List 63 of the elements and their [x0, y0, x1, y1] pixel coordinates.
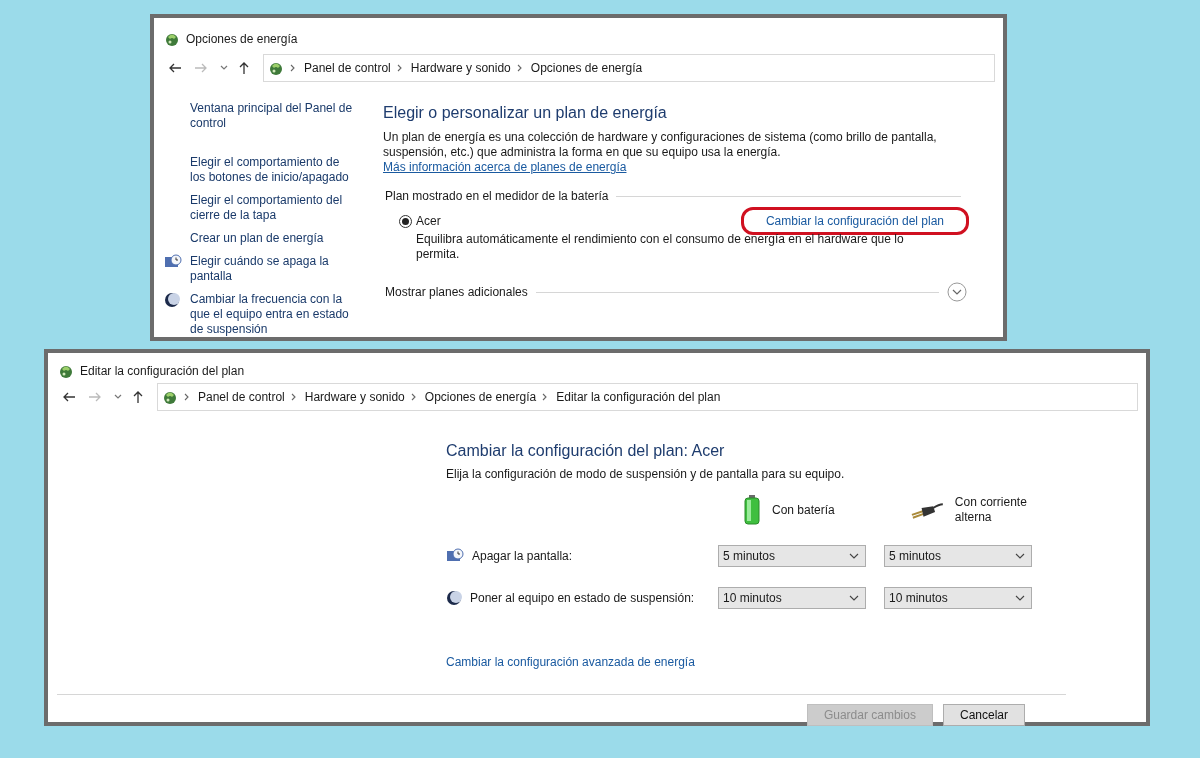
expand-chevron-icon[interactable]: [947, 282, 967, 302]
dialog-button[interactable]: Cancelar: [942, 704, 1025, 726]
sidebar-link[interactable]: Elegir el comportamiento de los botones de inicio/apagado: [190, 155, 358, 185]
chevron-right-icon: [396, 64, 403, 73]
chevron-right-icon: [410, 393, 417, 401]
chevron-down-icon: [1015, 595, 1025, 601]
monitor-clock-icon: [164, 254, 182, 270]
window-title: Opciones de energía: [186, 31, 298, 46]
moon-icon: [164, 292, 180, 308]
dropdown-caret-icon[interactable]: [220, 65, 228, 72]
subheading-text: Elija la configuración de modo de suspensión y de pantalla para su equipo.: [446, 467, 846, 481]
chevron-right-icon: [290, 64, 296, 73]
breadcrumb-item[interactable]: Opciones de energía: [530, 61, 643, 76]
address-bar[interactable]: Panel de control Hardware y sonido Opciones de energía Editar la configuración del plan: [157, 383, 1138, 411]
address-bar[interactable]: Panel de control Hardware y sonido Opciones de energía: [263, 54, 995, 83]
description-text: Un plan de energía es una colección de hardware y configuraciones de sistema (como brillo de pantalla, suspensión, etc.) que administra la forma en que su equipo usa la energía. Más información acerca de planes de energía: [383, 130, 938, 175]
group-label: Mostrar planes adicionales: [384, 285, 528, 299]
plan-name: Acer: [416, 214, 441, 228]
plug-icon: [910, 500, 943, 520]
more-info-link[interactable]: Más información acerca de planes de energía: [383, 160, 627, 174]
dropdown-caret-icon[interactable]: [114, 394, 122, 400]
sidebar-link[interactable]: Cambiar la frecuencia con la que el equipo entra en estado de suspensión: [190, 292, 358, 337]
chevron-right-icon: [542, 393, 549, 401]
breadcrumb-item[interactable]: Editar la configuración del plan: [556, 390, 721, 404]
power-options-icon: [58, 363, 74, 379]
power-options-icon: [162, 389, 178, 405]
up-arrow-icon[interactable]: [131, 390, 145, 404]
moon-icon: [446, 590, 462, 606]
column-heading: Con batería: [772, 502, 836, 518]
chevron-right-icon: [516, 64, 523, 73]
breadcrumb-item[interactable]: Hardware y sonido: [304, 390, 405, 404]
monitor-clock-icon: [446, 548, 464, 564]
group-label: Plan mostrado en el medidor de la batería: [384, 189, 609, 203]
breadcrumb-item[interactable]: Panel de control: [304, 61, 391, 76]
chevron-down-icon: [849, 553, 859, 559]
dropdown[interactable]: 10 minutos: [718, 587, 866, 609]
back-arrow-icon[interactable]: [62, 390, 76, 404]
advanced-settings-link[interactable]: Cambiar la configuración avanzada de energía: [446, 655, 695, 669]
setting-label: Apagar la pantalla:: [472, 549, 573, 563]
breadcrumb-item[interactable]: Panel de control: [198, 390, 285, 404]
plan-description: Equilibra automáticamente el rendimiento con el consumo de energía en el hardware que lo permita.: [416, 232, 905, 262]
page-heading: Elegir o personalizar un plan de energía: [383, 104, 668, 122]
column-heading: Con corriente alterna: [954, 495, 1028, 525]
sidebar-link[interactable]: Ventana principal del Panel de control: [190, 101, 358, 131]
power-options-icon: [268, 60, 284, 77]
sidebar-link[interactable]: Elegir cuándo se apaga la pantalla: [190, 254, 358, 284]
dropdown[interactable]: 5 minutos: [884, 545, 1032, 567]
dropdown[interactable]: 5 minutos: [718, 545, 866, 567]
window-title: Editar la configuración del plan: [80, 364, 245, 378]
setting-label: Poner al equipo en estado de suspensión:: [470, 591, 695, 605]
sidebar-link[interactable]: Elegir el comportamiento del cierre de la tapa: [190, 193, 358, 223]
chevron-down-icon: [849, 595, 859, 601]
breadcrumb-item[interactable]: Hardware y sonido: [410, 61, 511, 76]
up-arrow-icon[interactable]: [237, 61, 251, 76]
chevron-down-icon: [1015, 553, 1025, 559]
page-heading: Cambiar la configuración del plan: Acer: [446, 442, 726, 460]
chevron-right-icon: [184, 393, 190, 401]
chevron-right-icon: [290, 393, 297, 401]
battery-icon: [744, 495, 760, 525]
change-plan-link[interactable]: Cambiar la configuración del plan: [765, 214, 944, 228]
sidebar-link[interactable]: Crear un plan de energía: [190, 231, 358, 246]
dropdown[interactable]: 10 minutos: [884, 587, 1032, 609]
breadcrumb-item[interactable]: Opciones de energía: [424, 390, 537, 404]
